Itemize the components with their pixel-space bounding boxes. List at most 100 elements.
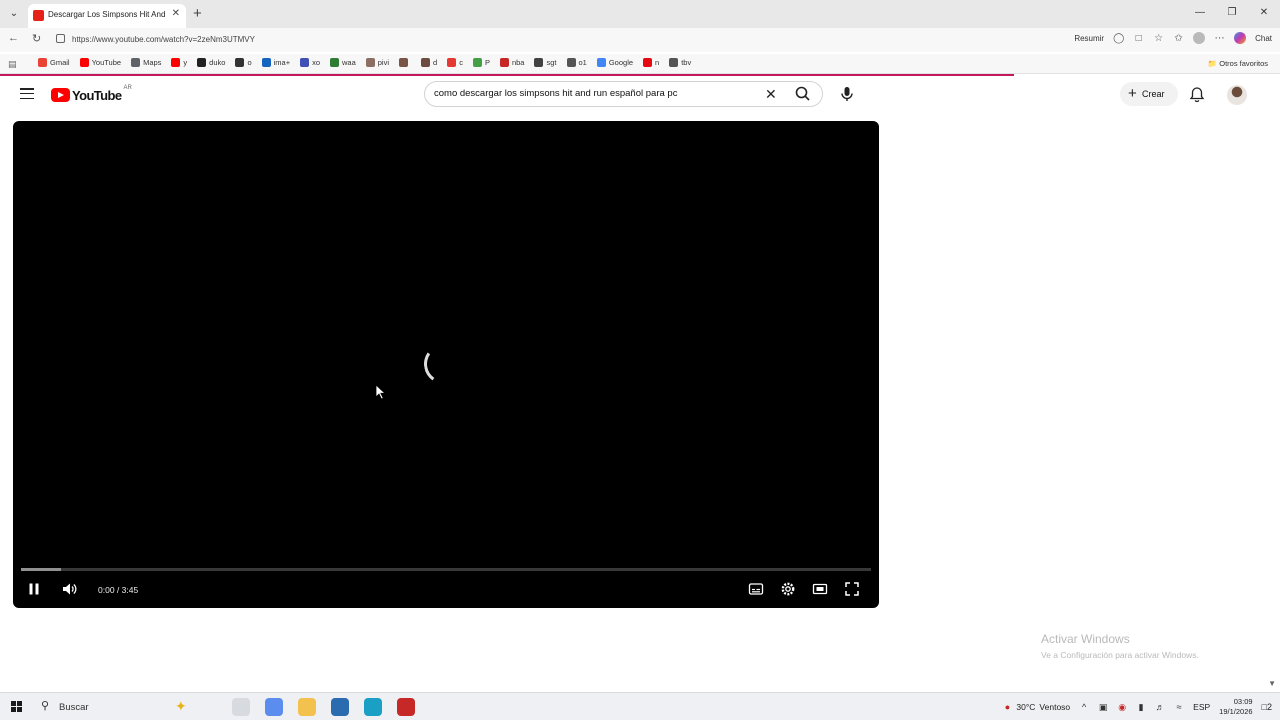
search-icon[interactable] xyxy=(793,84,813,104)
scroll-down-arrow-icon[interactable]: ▼ xyxy=(1268,679,1276,688)
fullscreen-icon[interactable] xyxy=(844,581,860,597)
app-app-icon[interactable] xyxy=(397,698,415,716)
create-button[interactable]: + Crear xyxy=(1120,82,1178,106)
close-window-button[interactable]: ✕ xyxy=(1248,0,1280,28)
taskbar-search[interactable]: ⚲ Buscar ✦ xyxy=(35,696,218,718)
bookmark-favicon-icon xyxy=(643,58,653,67)
split-screen-icon[interactable]: □ xyxy=(1133,33,1144,44)
store-app-icon[interactable] xyxy=(331,698,349,716)
tray-app-icon[interactable]: ▣ xyxy=(1098,702,1108,712)
url-text[interactable]: https://www.youtube.com/watch?v=2zeNm3UT… xyxy=(72,35,255,44)
tab-active[interactable]: Descargar Los Simpsons Hit And Run ✕ xyxy=(28,4,186,28)
favorites-icon[interactable]: ✩ xyxy=(1173,33,1184,44)
task-view-app-icon[interactable] xyxy=(232,698,250,716)
bookmark-label: xo xyxy=(312,58,320,67)
activate-windows-subtitle: Ve a Configuración para activar Windows. xyxy=(1041,650,1199,660)
new-tab-button[interactable]: + xyxy=(193,5,202,22)
bookmark-item[interactable] xyxy=(399,58,411,67)
bookmark-item[interactable]: ima+ xyxy=(261,58,290,67)
weather-widget[interactable]: ● 30°C Ventoso xyxy=(1002,702,1070,712)
bookmark-item[interactable]: Maps xyxy=(131,58,161,67)
bookmark-item[interactable]: d xyxy=(421,58,437,67)
bookmark-label: o xyxy=(247,58,252,67)
bookmark-favicon-icon xyxy=(365,58,375,67)
site-info-icon[interactable] xyxy=(56,34,65,43)
youtube-logo[interactable]: YouTube AR xyxy=(51,85,132,103)
copilot-app-icon[interactable] xyxy=(265,698,283,716)
minimize-button[interactable]: — xyxy=(1184,0,1216,28)
bookmark-item[interactable]: c xyxy=(447,58,463,67)
bookmark-item[interactable]: xo xyxy=(300,58,320,67)
search-input[interactable] xyxy=(434,88,754,99)
bookmark-favicon-icon xyxy=(38,58,47,67)
wifi-icon[interactable]: ≈ xyxy=(1174,702,1184,712)
bookmark-label: tbv xyxy=(681,58,692,67)
bookmark-item[interactable]: o xyxy=(235,58,252,67)
tab-close-icon[interactable]: ✕ xyxy=(172,8,180,19)
create-label: Crear xyxy=(1142,89,1165,99)
bookmark-item[interactable]: waa xyxy=(330,58,356,67)
bookmark-favicon-icon xyxy=(447,58,457,67)
youtube-masthead: YouTube AR ✕ + Crear xyxy=(0,76,1280,116)
bookmark-label: Maps xyxy=(143,58,162,67)
notification-center-button[interactable]: □2 xyxy=(1262,702,1272,712)
url-bar[interactable]: https://www.youtube.com/watch?v=2zeNm3UT… xyxy=(50,30,1055,50)
bookmark-item[interactable]: duko xyxy=(197,58,225,67)
weather-alert-icon: ● xyxy=(1004,702,1011,712)
microphone-icon[interactable] xyxy=(837,84,857,104)
player-controls: 0:00 / 3:45 xyxy=(13,577,879,601)
bookmark-favicon-icon xyxy=(669,58,679,67)
theater-mode-icon[interactable] xyxy=(812,581,828,597)
more-options-icon[interactable]: ⋯ xyxy=(1214,33,1225,44)
pause-icon[interactable] xyxy=(26,581,42,597)
bookmark-item[interactable]: Google xyxy=(596,58,633,67)
loading-spinner-icon xyxy=(420,340,468,388)
account-avatar[interactable] xyxy=(1227,85,1247,105)
back-arrow-icon[interactable]: ← xyxy=(8,32,19,44)
restore-button[interactable]: ❐ xyxy=(1216,0,1248,28)
windows-start-icon[interactable] xyxy=(11,701,22,712)
weather-desc: Ventoso xyxy=(1039,702,1071,712)
bookmark-item[interactable]: n xyxy=(643,58,659,67)
edge-app-icon[interactable] xyxy=(364,698,382,716)
settings-gear-icon[interactable] xyxy=(780,581,796,597)
bookmark-item[interactable]: YouTube xyxy=(79,58,121,67)
youtube-play-logo-icon xyxy=(51,88,70,102)
volume-icon[interactable] xyxy=(61,581,77,597)
notifications-bell-icon[interactable] xyxy=(1189,86,1205,104)
bookmark-item[interactable]: sgt xyxy=(534,58,557,67)
tray-antivirus-icon[interactable]: ◉ xyxy=(1117,702,1127,712)
profile-avatar-icon[interactable] xyxy=(1193,32,1206,44)
tab-actions-menu-button[interactable]: ⌄ xyxy=(6,6,22,22)
language-indicator[interactable]: ESP xyxy=(1193,702,1210,712)
bookmark-item[interactable]: tbv xyxy=(669,58,691,67)
subtitles-icon[interactable] xyxy=(748,581,764,597)
sidebar-toggle-icon[interactable]: ▤ xyxy=(8,59,17,70)
other-favorites-folder[interactable]: 📁 Otros favoritos xyxy=(1208,59,1268,68)
clock[interactable]: 03:09 19/1/2026 xyxy=(1219,697,1252,717)
reload-icon[interactable]: ↻ xyxy=(32,32,41,45)
progress-bar[interactable] xyxy=(21,568,871,571)
copilot-icon[interactable] xyxy=(1234,32,1247,44)
clear-search-icon[interactable]: ✕ xyxy=(765,86,777,103)
bookmark-item[interactable]: pivi xyxy=(365,58,389,67)
bookmark-item[interactable]: nba xyxy=(499,58,524,67)
menu-icon[interactable] xyxy=(20,88,34,100)
favorite-star-icon[interactable]: ☆ xyxy=(1153,33,1164,44)
bookmark-item[interactable]: Gmail xyxy=(38,58,70,67)
read-aloud-icon[interactable]: ◯ xyxy=(1113,33,1124,44)
bookmark-favicon-icon xyxy=(261,58,271,67)
speaker-icon[interactable]: ♬ xyxy=(1155,702,1165,712)
chat-button[interactable]: Chat xyxy=(1255,34,1272,43)
bookmark-item[interactable]: o1 xyxy=(566,58,587,67)
bookmark-item[interactable]: y xyxy=(171,58,187,67)
show-hidden-icons-icon[interactable]: ^ xyxy=(1079,702,1089,712)
bookmarks-bar: ▤ Gmail YouTube Maps y duko o ima+ xo waa pivi d c P… xyxy=(0,54,1280,74)
bookmark-item[interactable]: P xyxy=(472,58,490,67)
summarize-button[interactable]: Resumir xyxy=(1074,34,1104,43)
microphone-tray-icon[interactable]: ▮ xyxy=(1136,702,1146,712)
bookmark-favicon-icon xyxy=(499,58,509,67)
video-player[interactable]: 0:00 / 3:45 xyxy=(13,121,879,608)
file-explorer-app-icon[interactable] xyxy=(298,698,316,716)
buffered-progress xyxy=(21,568,61,571)
